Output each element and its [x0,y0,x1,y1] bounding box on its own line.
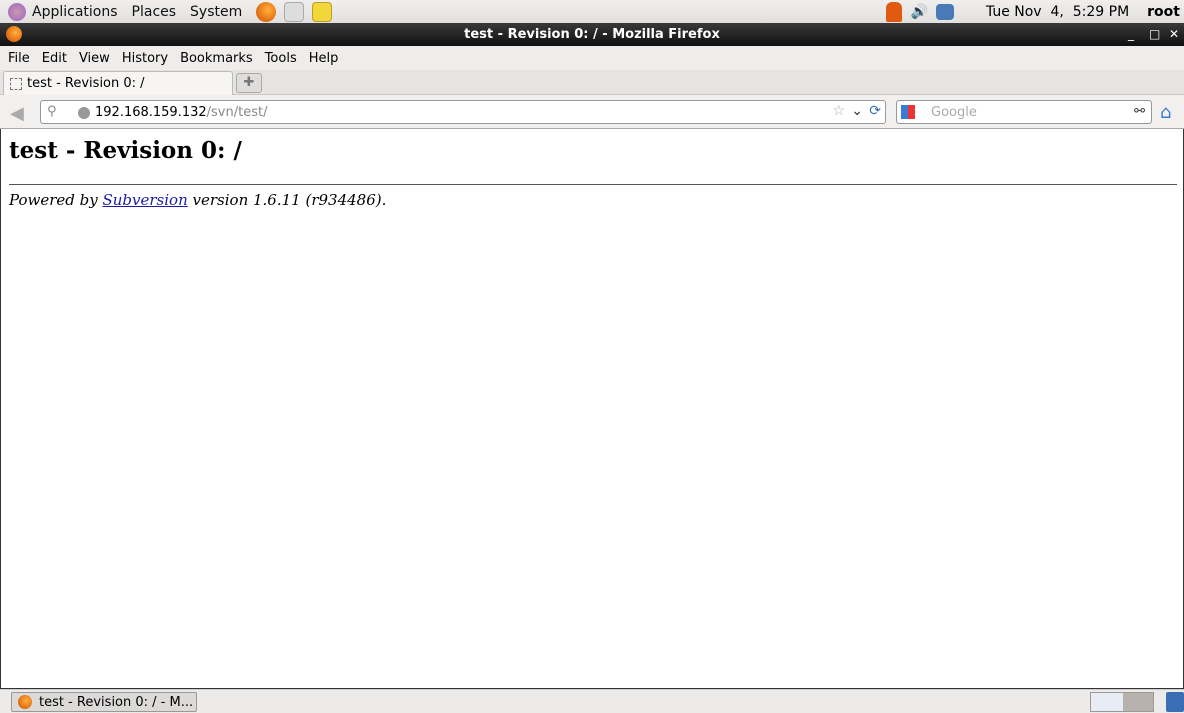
bookmark-star-icon[interactable]: ☆ [832,103,845,119]
top-panel: Applications Places System 🔊 Tue Nov 4, … [0,0,1184,23]
bottom-panel: test - Revision 0: / - M... [0,689,1184,713]
user-name[interactable]: root [1147,4,1180,20]
search-placeholder: Google [931,104,977,120]
back-button[interactable]: ◀ [10,103,24,124]
gnome-foot-icon[interactable] [8,2,26,21]
reload-icon[interactable]: ⟳ [869,103,881,119]
divider [9,184,1177,185]
menu-tools[interactable]: Tools [265,51,297,66]
page-title: test - Revision 0: / [9,137,242,164]
tab-bar: test - Revision 0: / ✚ [0,70,1184,95]
page-content: test - Revision 0: / Powered by Subversi… [0,129,1184,689]
powered-by-footer: Powered by Subversion version 1.6.11 (r9… [9,191,1175,209]
key-icon[interactable]: ⚲ [47,104,57,119]
google-icon[interactable] [901,105,915,119]
url-dropdown-icon[interactable]: ⌄ [851,103,863,119]
firefox-icon[interactable] [6,26,22,42]
firefox-icon [18,695,32,709]
page-icon [10,77,22,90]
menu-bookmarks[interactable]: Bookmarks [180,51,253,66]
powered-suffix: version 1.6.11 (r934486). [187,191,387,209]
firefox-icon[interactable] [256,1,277,22]
subversion-link[interactable]: Subversion [103,191,188,209]
globe-icon [78,107,90,119]
volume-icon[interactable]: 🔊 [910,4,927,20]
navigation-bar: ◀ ⚲ 192.168.159.132/svn/test/ ☆ ⌄ ⟳ Goog… [0,95,1184,129]
network-icon[interactable] [935,3,954,20]
url-bar[interactable]: ⚲ 192.168.159.132/svn/test/ ☆ ⌄ ⟳ [40,100,886,124]
applications-menu[interactable]: Applications [32,4,118,20]
powered-prefix: Powered by [9,191,103,209]
new-tab-button[interactable]: ✚ [236,73,262,93]
window-title: test - Revision 0: / - Mozilla Firefox [464,27,720,42]
clock[interactable]: Tue Nov 4, 5:29 PM [986,4,1129,20]
search-box[interactable]: Google ⚯ [896,100,1152,124]
notes-icon[interactable] [312,1,333,22]
menu-edit[interactable]: Edit [42,51,67,66]
menu-view[interactable]: View [79,51,110,66]
task-label: test - Revision 0: / - M... [39,694,194,710]
taskbar-item-firefox[interactable]: test - Revision 0: / - M... [11,692,197,712]
close-button[interactable]: ✕ [1169,23,1179,46]
menu-help[interactable]: Help [309,51,339,66]
url-host: 192.168.159.132 [95,104,207,120]
maximize-button[interactable]: □ [1149,23,1160,46]
places-menu[interactable]: Places [132,4,177,20]
workspace-1[interactable] [1091,693,1123,711]
url-path: /svn/test/ [206,104,268,120]
minimize-button[interactable]: _ [1128,23,1134,46]
menu-file[interactable]: File [8,51,30,66]
workspace-switcher[interactable] [1090,692,1154,712]
menu-history[interactable]: History [122,51,168,66]
window-titlebar: test - Revision 0: / - Mozilla Firefox _… [0,23,1184,46]
binoculars-icon[interactable]: ⚯ [1134,104,1145,119]
tab-current[interactable]: test - Revision 0: / [3,71,233,95]
alert-icon[interactable] [886,1,903,22]
home-icon[interactable]: ⌂ [1160,102,1171,123]
system-menu[interactable]: System [190,4,242,20]
menu-bar: File Edit View History Bookmarks Tools H… [0,46,1184,70]
tab-label: test - Revision 0: / [27,76,145,91]
evolution-mail-icon[interactable] [284,1,305,22]
trash-icon[interactable] [1166,692,1184,712]
